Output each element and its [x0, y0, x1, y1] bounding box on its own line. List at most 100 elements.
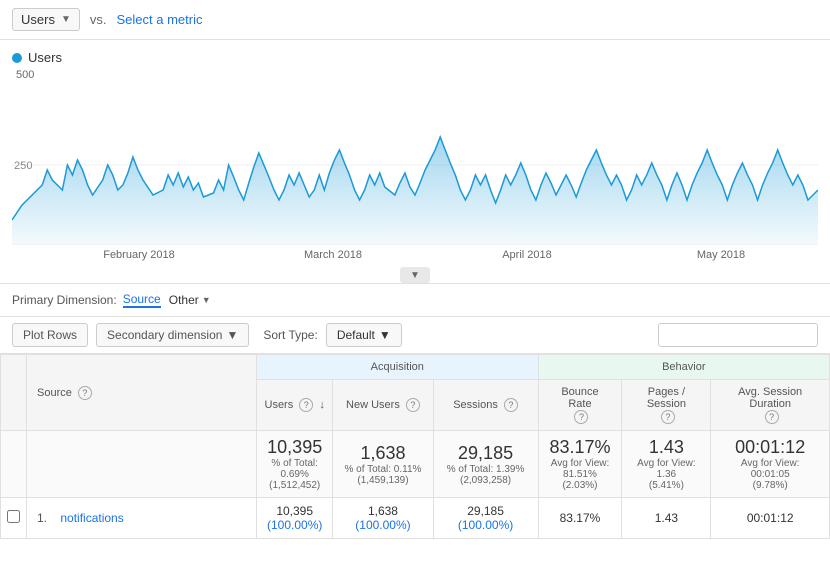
x-label-apr: April 2018: [430, 249, 624, 261]
totals-sessions-pct: % of Total: 1.39%: [444, 464, 528, 475]
behavior-group-header: Behavior: [538, 355, 829, 380]
totals-new-users-abs: (1,459,139): [343, 475, 422, 486]
chart-area: Users 500 250 February 2018 March 2018: [0, 40, 830, 283]
totals-bounce-rate-avg-label: Avg for View:: [549, 458, 612, 469]
x-label-mar: March 2018: [236, 249, 430, 261]
totals-sessions-abs: (2,093,258): [444, 475, 528, 486]
row-1-pages-cell: 1.43: [622, 498, 711, 539]
row-1-users-value: 10,395: [276, 504, 313, 518]
totals-pages-session-cell: 1.43 Avg for View: 1.36 (5.41%): [622, 431, 711, 498]
totals-users-cell: 10,395 % of Total: 0.69% (1,512,452): [257, 431, 333, 498]
avg-session-help-icon[interactable]: ?: [765, 410, 779, 424]
select-metric-link[interactable]: Select a metric: [116, 12, 202, 27]
totals-avg-session-avg-val: 00:01:05: [721, 469, 819, 480]
row-1-bounce-rate: 83.17%: [560, 511, 601, 525]
row-1-pages: 1.43: [655, 511, 678, 525]
totals-users-pct: % of Total: 0.69%: [267, 458, 322, 480]
metric-dropdown-arrow: ▼: [61, 14, 71, 25]
totals-avg-session-cell: 00:01:12 Avg for View: 00:01:05 (9.78%): [711, 431, 830, 498]
chart-svg: 250: [12, 85, 818, 245]
totals-pages-pct: (5.41%): [632, 480, 700, 491]
row-1-num: 1.: [37, 511, 47, 525]
users-col-header: Users ? ↓: [257, 380, 333, 431]
secondary-dimension-button[interactable]: Secondary dimension ▼: [96, 323, 249, 347]
dimension-source[interactable]: Source: [123, 292, 161, 308]
pages-session-col-header: Pages / Session ?: [622, 380, 711, 431]
sessions-help-icon[interactable]: ?: [504, 398, 518, 412]
totals-source-cell: [27, 431, 257, 498]
row-1-users-pct: (100.00%): [267, 518, 322, 532]
row-1-bounce-rate-cell: 83.17%: [538, 498, 622, 539]
users-sort-arrow: ↓: [319, 399, 325, 411]
totals-checkbox-cell: [1, 431, 27, 498]
new-users-help-icon[interactable]: ?: [406, 398, 420, 412]
source-header: Source ?: [27, 355, 257, 431]
expand-icon[interactable]: ▼: [400, 267, 430, 283]
source-help-icon[interactable]: ?: [78, 386, 92, 400]
totals-new-users-value: 1,638: [343, 443, 422, 464]
data-table: Source ? Acquisition Behavior Users ? ↓ …: [0, 354, 830, 539]
totals-pages-avg-val: 1.36: [632, 469, 700, 480]
totals-bounce-rate-pct: (2.03%): [549, 480, 612, 491]
search-input[interactable]: [658, 323, 818, 347]
pages-session-help-icon[interactable]: ?: [661, 410, 675, 424]
sort-dropdown-arrow: ▼: [379, 328, 391, 342]
checkbox-header: [1, 355, 27, 431]
metric-dropdown[interactable]: Users ▼: [12, 8, 80, 31]
y-label-500: 500: [16, 69, 818, 81]
row-1-checkbox[interactable]: [7, 510, 20, 523]
totals-bounce-rate-value: 83.17%: [549, 437, 612, 458]
new-users-col-header: New Users ?: [333, 380, 433, 431]
sort-type-label: Sort Type:: [263, 328, 317, 342]
acquisition-group-header: Acquisition: [257, 355, 539, 380]
dimensions-bar: Primary Dimension: Source Other ▼: [0, 283, 830, 317]
table-row: 1. notifications 10,395 (100.00%) 1,638 …: [1, 498, 830, 539]
totals-pages-avg-label: Avg for View:: [632, 458, 700, 469]
svg-text:250: 250: [14, 160, 32, 172]
other-dropdown-arrow: ▼: [202, 295, 211, 305]
row-1-users-cell: 10,395 (100.00%): [257, 498, 333, 539]
row-1-new-users-pct: (100.00%): [355, 518, 410, 532]
x-label-feb: February 2018: [42, 249, 236, 261]
totals-avg-session-pct: (9.78%): [721, 480, 819, 491]
totals-new-users-cell: 1,638 % of Total: 0.11% (1,459,139): [333, 431, 433, 498]
primary-dimension-label: Primary Dimension:: [12, 293, 117, 307]
row-1-new-users-value: 1,638: [368, 504, 398, 518]
totals-new-users-pct: % of Total: 0.11%: [343, 464, 422, 475]
sessions-col-header: Sessions ?: [433, 380, 538, 431]
bounce-rate-col-header: Bounce Rate ?: [538, 380, 622, 431]
totals-bounce-rate-avg-val: 81.51%: [549, 469, 612, 480]
x-label-may: May 2018: [624, 249, 818, 261]
totals-row: 10,395 % of Total: 0.69% (1,512,452) 1,6…: [1, 431, 830, 498]
row-1-source-name[interactable]: notifications: [60, 511, 123, 525]
row-1-sessions-pct: (100.00%): [458, 518, 513, 532]
avg-session-col-header: Avg. Session Duration ?: [711, 380, 830, 431]
totals-bounce-rate-cell: 83.17% Avg for View: 81.51% (2.03%): [538, 431, 622, 498]
chart-expand-button[interactable]: ▼: [12, 267, 818, 283]
row-1-avg-session: 00:01:12: [747, 511, 794, 525]
row-1-checkbox-cell[interactable]: [1, 498, 27, 539]
row-1-sessions-cell: 29,185 (100.00%): [433, 498, 538, 539]
totals-avg-session-avg-label: Avg for View:: [721, 458, 819, 469]
metric-label: Users: [21, 12, 55, 27]
x-axis-labels: February 2018 March 2018 April 2018 May …: [12, 245, 818, 265]
plot-rows-button[interactable]: Plot Rows: [12, 323, 88, 347]
dimension-other[interactable]: Other ▼: [169, 293, 211, 307]
row-1-sessions-value: 29,185: [467, 504, 504, 518]
legend-label: Users: [28, 50, 62, 65]
chart-container: 250: [12, 85, 818, 245]
row-1-avg-session-cell: 00:01:12: [711, 498, 830, 539]
totals-users-abs: (1,512,452): [267, 480, 322, 491]
chart-legend: Users: [12, 50, 818, 65]
secondary-dim-arrow: ▼: [226, 328, 238, 342]
table-controls: Plot Rows Secondary dimension ▼ Sort Typ…: [0, 317, 830, 354]
bounce-rate-help-icon[interactable]: ?: [574, 410, 588, 424]
legend-dot: [12, 53, 22, 63]
totals-pages-value: 1.43: [632, 437, 700, 458]
row-1-source-cell: 1. notifications: [27, 498, 257, 539]
users-help-icon[interactable]: ?: [299, 398, 313, 412]
vs-label: vs.: [90, 12, 107, 27]
top-controls: Users ▼ vs. Select a metric: [0, 0, 830, 40]
sort-dropdown[interactable]: Default ▼: [326, 323, 402, 347]
totals-users-value: 10,395: [267, 437, 322, 458]
